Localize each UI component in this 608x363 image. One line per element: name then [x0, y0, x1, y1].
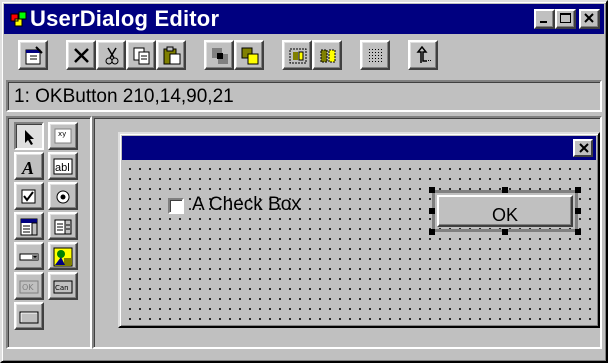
cancel-button-tool[interactable]: Can [48, 272, 78, 300]
status-line: 1: OKButton 210,14,90,21 [6, 80, 602, 112]
drop-list-icon [19, 253, 39, 261]
delete-icon [74, 48, 89, 63]
svg-text:OK: OK [22, 283, 34, 292]
resize-handle-s[interactable] [502, 229, 508, 235]
dialog-canvas[interactable]: A Check Box OK [92, 116, 602, 349]
copy-button[interactable] [126, 40, 156, 70]
close-icon [584, 13, 594, 23]
properties-button[interactable] [18, 40, 48, 70]
title-bar[interactable]: UserDialog Editor [4, 4, 604, 34]
drop-list-box-tool[interactable] [14, 242, 44, 270]
bring-to-front-icon [241, 47, 259, 65]
ok-button-selected[interactable]: OK [429, 187, 581, 235]
cut-button[interactable] [96, 40, 126, 70]
paste-button[interactable] [156, 40, 186, 70]
picture-icon [53, 247, 73, 267]
exit-arrow-icon [416, 46, 431, 63]
toolbar [4, 38, 604, 74]
option-button-icon [56, 190, 70, 204]
ok-button-icon: OK [19, 280, 39, 294]
ok-button[interactable]: OK [437, 195, 573, 227]
resize-handle-e[interactable] [575, 208, 581, 214]
text-tool[interactable]: A [14, 152, 44, 180]
caption-text-tool[interactable]: xy [48, 122, 78, 150]
check-box-tool[interactable] [14, 182, 44, 210]
ok-button-label: OK [491, 205, 518, 225]
combo-box-tool[interactable] [48, 212, 78, 240]
svg-text:Can: Can [55, 284, 69, 292]
send-to-back-button[interactable] [204, 40, 234, 70]
close-button[interactable] [579, 9, 600, 29]
svg-text:A: A [21, 158, 34, 177]
cancel-button-icon: Can [53, 280, 73, 294]
properties-icon [25, 46, 43, 65]
bring-to-front-button[interactable] [234, 40, 264, 70]
status-text: 1: OKButton 210,14,90,21 [14, 86, 234, 107]
close-icon [579, 143, 589, 153]
text-box-tool[interactable]: abl [48, 152, 78, 180]
minimize-button[interactable] [534, 9, 555, 29]
maximize-button[interactable] [555, 9, 576, 29]
ok-button-tool[interactable]: OK [14, 272, 44, 300]
delete-button[interactable] [66, 40, 96, 70]
group-button[interactable] [282, 40, 312, 70]
exit-button[interactable] [408, 40, 438, 70]
combo-box-icon [54, 219, 72, 235]
push-button-tool[interactable] [14, 302, 44, 330]
ungroup-button[interactable] [312, 40, 342, 70]
group-icon [289, 48, 307, 64]
push-button-icon [19, 311, 39, 324]
app-icon [10, 11, 27, 27]
resize-handle-sw[interactable] [429, 229, 435, 235]
resize-handle-nw[interactable] [429, 187, 435, 193]
window-title: UserDialog Editor [30, 6, 220, 31]
maximize-icon [560, 13, 571, 23]
resize-handle-n[interactable] [502, 187, 508, 193]
grid-icon [369, 49, 382, 62]
ungroup-icon [320, 49, 336, 63]
dialog-close-button[interactable] [573, 139, 593, 157]
list-box-tool[interactable] [14, 212, 44, 240]
minimize-icon [540, 21, 547, 23]
cut-icon [105, 47, 119, 65]
copy-icon [133, 47, 150, 65]
check-box[interactable] [168, 198, 184, 214]
resize-handle-w[interactable] [429, 208, 435, 214]
dialog-grid[interactable]: A Check Box OK [122, 160, 596, 324]
pointer-tool[interactable] [14, 122, 44, 150]
text-box-icon: abl [53, 158, 73, 175]
picture-tool[interactable] [48, 242, 78, 270]
pointer-icon [25, 130, 34, 145]
option-button-tool[interactable] [48, 182, 78, 210]
svg-text:xy: xy [58, 130, 66, 138]
user-dialog[interactable]: A Check Box OK [118, 132, 600, 328]
text-a-icon: A [21, 158, 34, 177]
grid-button[interactable] [360, 40, 390, 70]
resize-handle-ne[interactable] [575, 187, 581, 193]
caption-text-icon: xy [54, 128, 72, 144]
control-toolbox: xy A abl OK Can [6, 116, 92, 349]
dialog-title-bar[interactable] [122, 136, 596, 160]
check-box-label: A Check Box [192, 194, 301, 215]
paste-icon [163, 46, 181, 65]
list-box-icon [20, 218, 38, 236]
check-box-icon [21, 189, 36, 204]
svg-text:abl: abl [55, 162, 70, 174]
resize-handle-se[interactable] [575, 229, 581, 235]
send-to-back-icon [212, 48, 228, 64]
